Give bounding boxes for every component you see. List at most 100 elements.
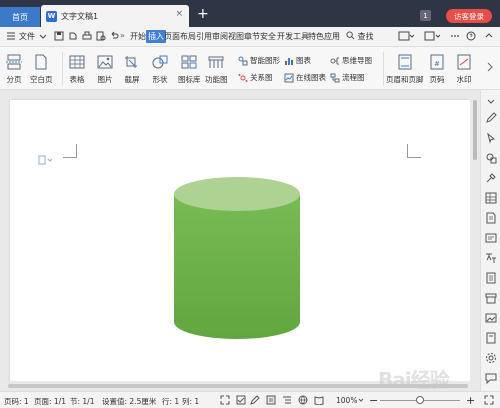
menu-security[interactable]: 安全	[260, 31, 276, 42]
menu-page-layout[interactable]: 页面布局	[164, 31, 196, 42]
chart-icon	[285, 57, 293, 65]
writer-icon: W	[46, 10, 57, 22]
menu-reference[interactable]: 引用	[196, 31, 212, 42]
shapes-icon[interactable]	[485, 152, 497, 164]
save-icon[interactable]	[54, 31, 64, 41]
vertical-scrollbar[interactable]	[470, 90, 480, 391]
chart-button[interactable]: 图表	[284, 55, 311, 66]
ribbon-scroll-right-icon[interactable]	[485, 61, 495, 73]
outline-view-icon[interactable]	[282, 395, 292, 405]
flowchart-button[interactable]: 流程图	[330, 72, 365, 83]
tab-home[interactable]: 首页	[0, 7, 40, 27]
close-tab-icon[interactable]: ×	[175, 9, 183, 19]
print-preview-icon[interactable]	[96, 31, 106, 41]
comment-icon[interactable]	[485, 372, 497, 384]
paragraph-layout-icon[interactable]	[38, 155, 54, 165]
menu-features[interactable]: 特色应用	[308, 31, 340, 42]
undo-icon[interactable]	[109, 31, 119, 41]
chevron-down-icon[interactable]	[485, 96, 497, 108]
collapse-ribbon-icon[interactable]	[484, 31, 494, 41]
smart-art-label: 智能图形	[250, 56, 280, 65]
check-icon[interactable]	[236, 395, 246, 405]
table-grid-icon[interactable]	[485, 192, 497, 204]
page-view-icon[interactable]	[266, 395, 276, 405]
function-chart-label: 功能图	[205, 75, 228, 84]
library-icon[interactable]	[485, 232, 497, 244]
watermark-button[interactable]: 水印	[455, 54, 473, 85]
menu-insert[interactable]: 插入	[146, 30, 166, 43]
status-page-number[interactable]: 页码: 1	[4, 396, 29, 407]
zoom-level[interactable]: 100%	[336, 396, 357, 405]
tools-icon[interactable]	[485, 172, 497, 184]
mind-map-button[interactable]: 思维导图	[330, 55, 372, 66]
menu-start[interactable]: 开始	[130, 31, 146, 42]
pen-icon[interactable]	[485, 112, 497, 124]
function-chart-button[interactable]: 功能图	[205, 54, 228, 85]
visitor-login-button[interactable]: 访客登录	[446, 9, 492, 23]
cylinder-shape[interactable]	[173, 176, 301, 340]
more-options-icon[interactable]	[450, 31, 460, 41]
menu-developer[interactable]: 开发工具	[277, 31, 309, 42]
more-menu[interactable]: »	[120, 31, 125, 40]
search-label: 查找	[357, 32, 374, 41]
margin-corner-top-right	[407, 144, 421, 158]
status-bar: 页码: 1 页面: 1/1 节: 1/1 设置值: 2.5厘米 行: 1 列: …	[0, 391, 500, 408]
hamburger-icon[interactable]	[6, 31, 16, 41]
status-column[interactable]: 列: 1	[182, 396, 199, 407]
scissors-icon	[125, 56, 137, 68]
help-icon[interactable]	[466, 31, 476, 41]
table-button[interactable]: 表格	[68, 54, 86, 85]
page-break-button[interactable]: 分页	[5, 54, 23, 85]
document-icon[interactable]	[485, 212, 497, 224]
window-count-badge[interactable]: 1	[420, 10, 431, 21]
image-icon[interactable]	[485, 312, 497, 324]
chevron-down-icon[interactable]	[38, 31, 48, 41]
search-button[interactable]: 查找	[346, 31, 374, 42]
menu-file[interactable]: 文件	[19, 31, 35, 42]
status-section[interactable]: 节: 1/1	[70, 396, 94, 407]
archive-icon[interactable]	[485, 292, 497, 304]
cloud-sync-icon[interactable]	[398, 31, 414, 41]
smart-art-button[interactable]: 智能图形	[238, 55, 280, 66]
icon-library-button[interactable]: 图标库	[178, 54, 201, 85]
export-icon[interactable]	[68, 31, 78, 41]
shape-button[interactable]: 形状	[151, 54, 169, 85]
vertical-scroll-thumb[interactable]	[473, 100, 477, 160]
document-page[interactable]	[10, 100, 470, 391]
relation-map-button[interactable]: 关系图	[238, 72, 273, 83]
menu-section[interactable]: 章节	[244, 31, 260, 42]
page-number-button[interactable]: # 页码	[428, 54, 446, 85]
settings-icon[interactable]	[485, 352, 497, 364]
pen-mode-icon[interactable]	[250, 395, 260, 405]
header-footer-button[interactable]: 页眉和页脚	[386, 54, 424, 85]
menu-view[interactable]: 视图	[228, 31, 244, 42]
status-setting-value[interactable]: 设置值: 2.5厘米	[102, 396, 156, 407]
share-icon[interactable]	[424, 31, 440, 41]
page-number-icon: #	[430, 54, 444, 70]
status-row[interactable]: 行: 1	[162, 396, 179, 407]
menu-review[interactable]: 审阅	[212, 31, 228, 42]
fit-page-icon[interactable]	[484, 395, 494, 405]
web-view-icon[interactable]	[298, 395, 308, 405]
paper-icon[interactable]	[485, 332, 497, 344]
translate-icon[interactable]	[485, 252, 497, 264]
zoom-out-button[interactable]: −	[369, 394, 378, 407]
new-tab-button[interactable]: +	[197, 7, 209, 21]
fullscreen-icon[interactable]	[220, 395, 230, 405]
ribbon-divider	[62, 52, 63, 86]
screenshot-button[interactable]: 截屏	[123, 54, 141, 85]
online-chart-button[interactable]: 在线图表	[284, 72, 326, 83]
zoom-in-button[interactable]: +	[466, 394, 475, 407]
function-chart-icon	[208, 56, 224, 68]
picture-button[interactable]: 图片	[96, 54, 114, 85]
print-icon[interactable]	[82, 31, 92, 41]
tab-document[interactable]: W 文字文稿1 ×	[41, 5, 189, 27]
zoom-slider-handle[interactable]	[416, 396, 424, 404]
watermark-label: 水印	[456, 75, 472, 84]
pages-icon[interactable]	[485, 272, 497, 284]
zoom-dropdown-icon[interactable]	[358, 395, 364, 405]
select-icon[interactable]	[485, 132, 497, 144]
status-page-count[interactable]: 页面: 1/1	[34, 396, 66, 407]
reading-mode-icon[interactable]	[314, 395, 324, 405]
blank-page-button[interactable]: 空白页	[30, 54, 53, 85]
